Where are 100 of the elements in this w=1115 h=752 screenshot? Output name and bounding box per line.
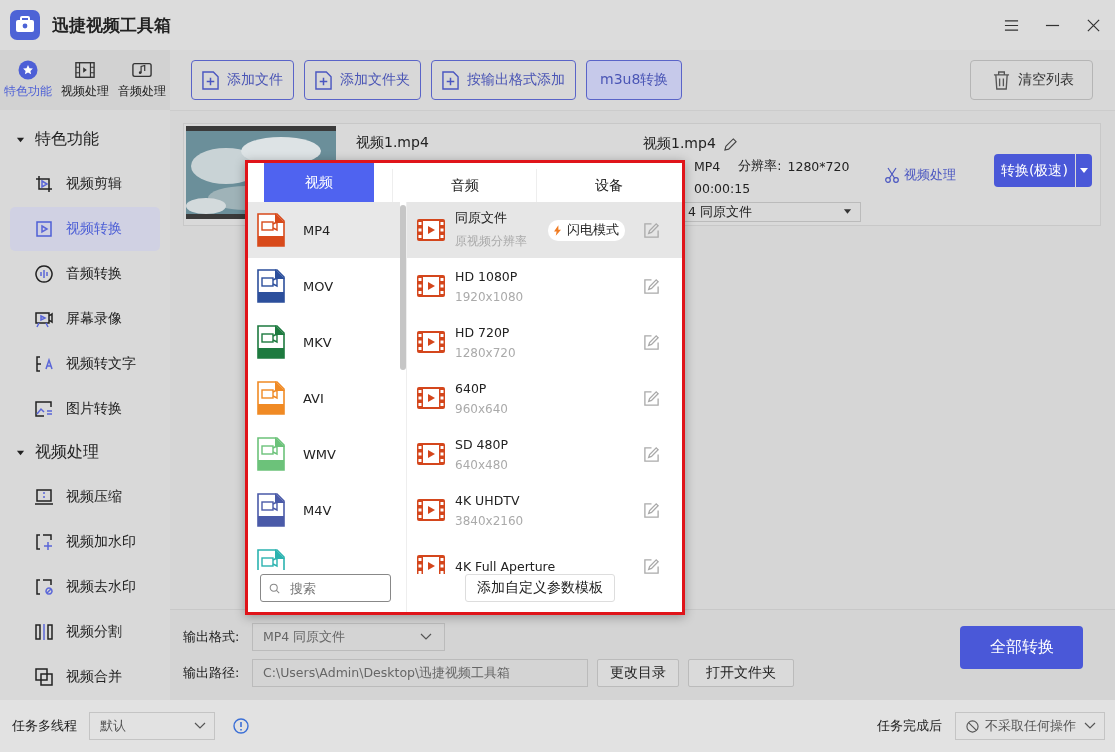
- video-file-icon: [257, 493, 285, 527]
- output-path-label: 输出路径:: [183, 664, 241, 682]
- output-path-field[interactable]: C:\Users\Admin\Desktop\迅捷视频工具箱: [252, 659, 588, 687]
- preset-title: SD 480P: [455, 436, 509, 452]
- close-icon[interactable]: [1086, 17, 1101, 33]
- sidebar-item[interactable]: 视频加水印: [10, 520, 160, 564]
- sidebar-tab[interactable]: 视频处理: [56, 53, 114, 107]
- after-task-dropdown[interactable]: 不采取任何操作: [955, 712, 1105, 740]
- after-task-label: 任务完成后: [877, 717, 942, 735]
- sidebar-item[interactable]: 视频分割: [10, 610, 160, 654]
- caret-icon: [1078, 167, 1089, 174]
- edit-icon[interactable]: [643, 333, 660, 351]
- sidebar-item[interactable]: 视频去水印: [10, 565, 160, 609]
- chevron-icon: [1084, 722, 1096, 730]
- preset-resolution: 3840x2160: [455, 513, 525, 528]
- menu-icon[interactable]: [1004, 17, 1019, 33]
- edit-icon[interactable]: [643, 501, 660, 519]
- sidebar-item[interactable]: 视频剪辑: [10, 162, 160, 206]
- toolbar-button[interactable]: 添加文件夹: [304, 60, 421, 100]
- preset-title: HD 1080P: [455, 268, 519, 284]
- film-icon: [417, 331, 445, 353]
- text-icon: [34, 354, 54, 374]
- ban-icon: [966, 719, 979, 733]
- caret-icon: [843, 209, 852, 215]
- video-file-icon: [257, 381, 285, 415]
- convert-options-button[interactable]: [1075, 154, 1092, 187]
- format-item[interactable]: M4V: [248, 482, 400, 538]
- preset-item[interactable]: 4K UHDTV 3840x2160: [407, 482, 682, 538]
- change-directory-button[interactable]: 更改目录: [597, 659, 679, 687]
- preset-resolution: 640x480: [455, 457, 509, 472]
- sidebar-item[interactable]: 图片转换: [10, 387, 160, 431]
- format-item[interactable]: MP4: [248, 202, 400, 258]
- info-icon[interactable]: [233, 718, 249, 734]
- sidebar-item[interactable]: 视频转文字: [10, 342, 160, 386]
- format-item[interactable]: MOV: [248, 258, 400, 314]
- add-watermark-icon: [34, 532, 54, 552]
- open-folder-button[interactable]: 打开文件夹: [688, 659, 794, 687]
- split-icon: [34, 622, 54, 642]
- format-item[interactable]: MKV: [248, 314, 400, 370]
- sidebar-tab[interactable]: 特色功能: [0, 53, 57, 107]
- sidebar-group[interactable]: 特色功能: [0, 122, 170, 156]
- sidebar-group[interactable]: 视频处理: [0, 435, 170, 469]
- toolbar-button[interactable]: 添加文件: [191, 60, 294, 100]
- preset-item[interactable]: HD 1080P 1920x1080: [407, 258, 682, 314]
- output-format-dropdown[interactable]: MP4 同原文件: [252, 623, 445, 651]
- video-file-icon: [257, 325, 285, 359]
- preset-item[interactable]: SD 480P 640x480: [407, 426, 682, 482]
- sidebar-tab[interactable]: 音频处理: [113, 53, 170, 107]
- search-input[interactable]: 搜索: [288, 579, 382, 597]
- add-template-button[interactable]: 添加自定义参数模板: [464, 574, 615, 602]
- film-icon: [417, 219, 445, 241]
- chevron-icon: [420, 633, 432, 641]
- preset-resolution: 1920x1080: [455, 289, 525, 304]
- video-file-icon: [257, 437, 285, 471]
- toolbar-button[interactable]: m3u8转换: [586, 60, 683, 100]
- clear-list-button[interactable]: 清空列表: [970, 60, 1093, 100]
- scissors-icon: [885, 167, 899, 183]
- output-file-name: 视频1.mp4: [643, 135, 716, 153]
- preset-item[interactable]: 640P 960x640: [407, 370, 682, 426]
- edit-icon[interactable]: [643, 221, 660, 239]
- film-icon: [417, 275, 445, 297]
- search-field[interactable]: 搜索: [260, 574, 391, 602]
- preset-item[interactable]: HD 720P 1280x720: [407, 314, 682, 370]
- edit-icon[interactable]: [643, 557, 660, 574]
- threads-dropdown[interactable]: 默认: [89, 712, 215, 740]
- format-value: MP4: [694, 158, 721, 174]
- film-icon: [417, 443, 445, 465]
- sidebar-item[interactable]: 音频转换: [10, 252, 160, 296]
- play-icon: [34, 219, 54, 239]
- sidebar-item[interactable]: 屏幕录像: [10, 297, 160, 341]
- sidebar-item[interactable]: 视频转换: [10, 207, 160, 251]
- format-item[interactable]: WMV: [248, 426, 400, 482]
- pencil-icon[interactable]: [723, 137, 737, 151]
- film-icon: [417, 555, 445, 574]
- resolution-value: 1280*720: [787, 158, 850, 174]
- film-icon: [75, 60, 95, 80]
- edit-icon[interactable]: [643, 389, 660, 407]
- audio-wave-icon: [34, 264, 54, 284]
- sidebar-item[interactable]: 视频压缩: [10, 475, 160, 519]
- music-icon: [131, 60, 152, 80]
- video-file-icon: [257, 269, 285, 303]
- sidebar-item[interactable]: 视频合并: [10, 655, 160, 699]
- duration-value: 00:00:15: [694, 180, 751, 196]
- image-icon: [34, 399, 54, 419]
- convert-all-button[interactable]: 全部转换: [960, 626, 1083, 669]
- preset-resolution: 1280x720: [455, 345, 517, 360]
- format-item[interactable]: AVI: [248, 370, 400, 426]
- merge-icon: [34, 667, 54, 687]
- video-process-link[interactable]: 视频处理: [885, 166, 956, 184]
- trash-icon: [993, 70, 1010, 90]
- toolbar-button[interactable]: 按输出格式添加: [431, 60, 576, 100]
- format-tab[interactable]: 视频: [264, 163, 374, 202]
- edit-icon[interactable]: [643, 445, 660, 463]
- compress-icon: [34, 487, 54, 507]
- edit-icon[interactable]: [643, 277, 660, 295]
- add-file-icon: [442, 70, 459, 90]
- search-icon: [269, 581, 280, 595]
- crop-icon: [34, 174, 54, 194]
- convert-button[interactable]: 转换(极速): [994, 154, 1075, 187]
- screen-record-icon: [34, 309, 54, 329]
